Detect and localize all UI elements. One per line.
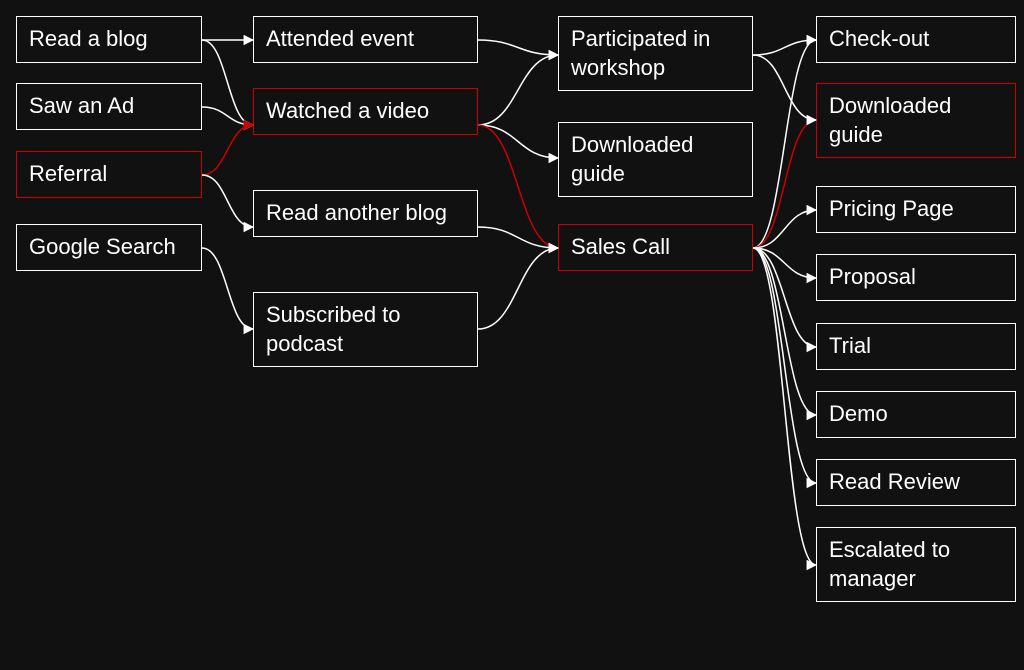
node-label: Saw an Ad (29, 93, 134, 118)
edge-sales-call-trial (753, 248, 816, 347)
node-check-out: Check-out (816, 16, 1016, 63)
node-label: Check-out (829, 26, 929, 51)
node-attended-event: Attended event (253, 16, 478, 63)
node-subscribed: Subscribed to podcast (253, 292, 478, 367)
edge-subscribed-sales-call (478, 248, 558, 329)
node-workshop: Participated in workshop (558, 16, 753, 91)
node-downloaded-guide2: Downloaded guide (816, 83, 1016, 158)
edge-sales-call-read-review (753, 248, 816, 483)
node-label: Downloaded guide (829, 93, 951, 147)
node-label: Watched a video (266, 98, 429, 123)
node-watched-video: Watched a video (253, 88, 478, 135)
node-label: Sales Call (571, 234, 670, 259)
node-label: Read a blog (29, 26, 148, 51)
node-label: Downloaded guide (571, 132, 693, 186)
edge-watched-video-downloaded-guide (478, 125, 558, 158)
edge-sales-call-escalated (753, 248, 816, 565)
edge-sales-call-pricing-page (753, 210, 816, 248)
edge-read-another-sales-call (478, 227, 558, 248)
edge-watched-video-sales-call (478, 125, 558, 248)
node-pricing-page: Pricing Page (816, 186, 1016, 233)
flow-diagram: Read a blog Saw an Ad Referral Google Se… (0, 0, 1024, 670)
edge-saw-ad-watched-video (202, 107, 253, 125)
node-saw-ad: Saw an Ad (16, 83, 202, 130)
node-demo: Demo (816, 391, 1016, 438)
edge-sales-call-downloaded-guide2 (753, 120, 816, 248)
node-google-search: Google Search (16, 224, 202, 271)
node-referral: Referral (16, 151, 202, 198)
edge-read-blog-watched-video (202, 40, 253, 125)
node-trial: Trial (816, 323, 1016, 370)
node-label: Attended event (266, 26, 414, 51)
edge-workshop-check-out (753, 40, 816, 55)
edge-sales-call-check-out (753, 40, 816, 248)
node-label: Referral (29, 161, 107, 186)
node-label: Subscribed to podcast (266, 302, 401, 356)
node-label: Read Review (829, 469, 960, 494)
edge-sales-call-proposal (753, 248, 816, 278)
edge-referral-read-another (202, 175, 253, 227)
edge-workshop-downloaded-guide2 (753, 55, 816, 120)
node-proposal: Proposal (816, 254, 1016, 301)
edge-referral-watched-video (202, 125, 253, 175)
node-label: Pricing Page (829, 196, 954, 221)
node-sales-call: Sales Call (558, 224, 753, 271)
node-label: Proposal (829, 264, 916, 289)
node-label: Google Search (29, 234, 176, 259)
edge-google-search-subscribed (202, 248, 253, 329)
edge-watched-video-workshop (478, 55, 558, 125)
edge-sales-call-demo (753, 248, 816, 415)
edge-attended-event-workshop (478, 40, 558, 55)
node-read-review: Read Review (816, 459, 1016, 506)
node-read-blog: Read a blog (16, 16, 202, 63)
node-label: Demo (829, 401, 888, 426)
node-downloaded-guide: Downloaded guide (558, 122, 753, 197)
node-label: Participated in workshop (571, 26, 710, 80)
node-read-another: Read another blog (253, 190, 478, 237)
node-label: Trial (829, 333, 871, 358)
node-label: Read another blog (266, 200, 447, 225)
node-escalated: Escalated to manager (816, 527, 1016, 602)
node-label: Escalated to manager (829, 537, 950, 591)
